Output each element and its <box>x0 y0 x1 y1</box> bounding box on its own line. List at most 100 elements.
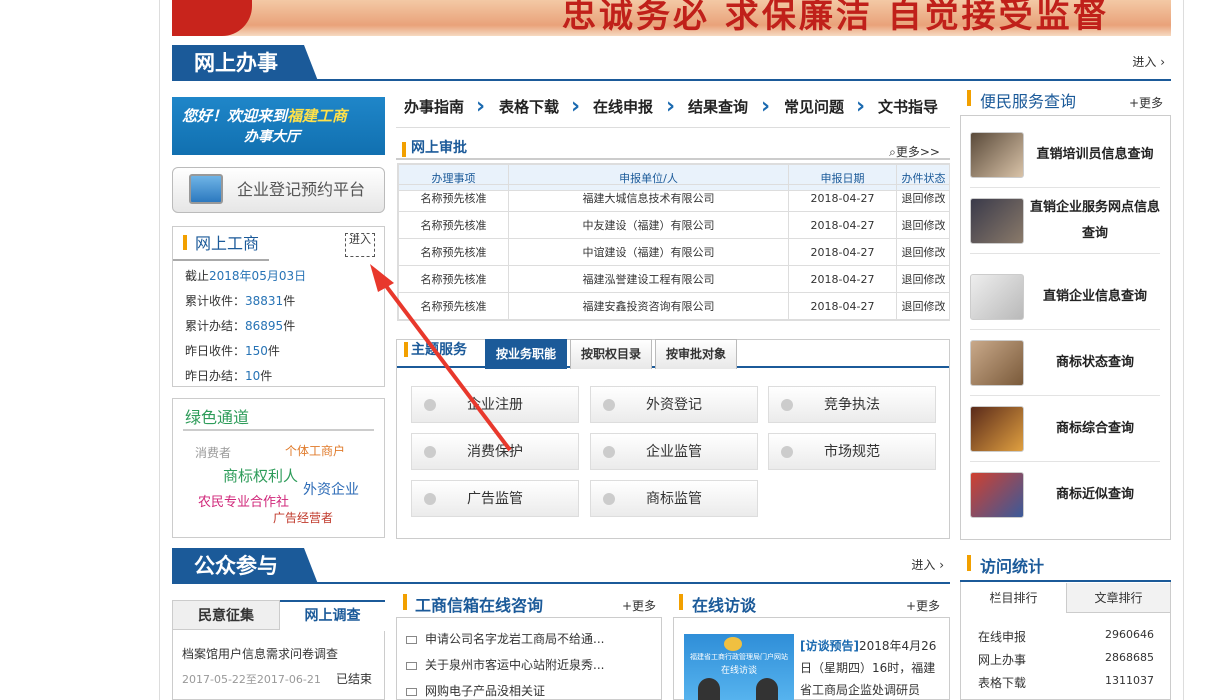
tab-by-authority[interactable]: 按职权目录 <box>570 339 652 369</box>
bullet-icon <box>603 446 615 458</box>
list-item[interactable]: 网上办事 2868685 <box>978 651 1154 668</box>
table-row[interactable]: 名称预先核准 福建大城信息技术有限公司 2018-04-27 退回修改 <box>398 184 949 212</box>
service-ad-supervision[interactable]: 广告监管 <box>411 480 579 517</box>
welcome-highlight: 福建工商 <box>287 107 348 125</box>
approval-rows: 名称预先核准 福建大城信息技术有限公司 2018-04-27 退回修改 名称预先核准中… <box>398 184 949 320</box>
svc-trademark-comprehensive[interactable]: 商标综合查询 <box>970 396 1160 462</box>
online-gongshang-box: 网上工商 进入 截止2018年05月03日 累计收件：38831件 累计办结：8… <box>172 226 385 387</box>
green-channel-box: 绿色通道 消费者 个体工商户 商标权利人 外资企业 农民专业合作社 广告经营者 <box>172 398 385 538</box>
search-icon: ⌕ <box>889 145 896 159</box>
service-trademark-supervision[interactable]: 商标监管 <box>590 480 758 517</box>
svc-direct-sales-outlet[interactable]: 直销企业服务网点信息查询 <box>970 188 1160 254</box>
svc-direct-sales-trainer[interactable]: 直销培训员信息查询 <box>970 122 1160 188</box>
mail-icon <box>406 635 417 644</box>
convenience-title: 便民服务查询 <box>980 92 1077 111</box>
list-item[interactable]: 在线申报 2960646 <box>978 628 1154 645</box>
gongshang-enter-link[interactable]: 进入 <box>345 233 375 257</box>
nav-forms[interactable]: 表格下载 <box>499 96 559 117</box>
list-item[interactable]: 关于泉州市客运中心站附近泉秀... <box>406 656 604 673</box>
tag-consumer[interactable]: 消费者 <box>195 444 231 461</box>
chevron-right-icon: › <box>761 94 771 119</box>
online-office-title: 网上办事 <box>172 45 318 81</box>
gongshang-title: 网上工商 <box>195 234 260 253</box>
tag-trademark-owner[interactable]: 商标权利人 <box>223 465 298 486</box>
interview-title: 在线访谈 <box>692 596 757 615</box>
survey-item-title[interactable]: 档案馆用户信息需求问卷调查 <box>182 645 338 662</box>
photo-thumbnail <box>970 340 1024 386</box>
table-row[interactable]: 名称预先核准 福建泓誉建设工程有限公司 2018-04-27 退回修改 <box>398 265 949 293</box>
chevron-right-icon: › <box>476 94 486 119</box>
office-nav: 办事指南 › 表格下载 › 在线申报 › 结果查询 › 常见问题 › 文书指导 <box>396 88 950 128</box>
tab-article-rank[interactable]: 文章排行 <box>1066 583 1170 613</box>
service-competition-law[interactable]: 竞争执法 <box>768 386 936 423</box>
nav-doc-guide[interactable]: 文书指导 <box>878 96 938 117</box>
online-office-enter-link[interactable]: 进入 › <box>1132 53 1165 70</box>
public-participation-title: 公众参与 <box>172 548 318 584</box>
svc-direct-sales-company[interactable]: 直销企业信息查询 <box>970 264 1160 330</box>
bullet-icon <box>424 399 436 411</box>
chevron-right-icon: › <box>571 94 581 119</box>
approval-table: 办理事项 申报单位/人 申报日期 办件状态 名称预先核准 福建大城信息技术有限公司… <box>397 163 950 321</box>
survey-item-status: 已结束 <box>336 672 373 686</box>
mail-icon <box>406 687 417 696</box>
service-foreign-registration[interactable]: 外资登记 <box>590 386 758 423</box>
tag-advertiser[interactable]: 广告经营者 <box>273 509 333 526</box>
emblem-icon <box>724 637 742 651</box>
top-banner: 忠诚务必 求保廉洁 自觉接受监督 <box>172 0 1171 36</box>
bullet-icon <box>781 399 793 411</box>
mailbox-more-link[interactable]: +更多 <box>622 597 656 614</box>
tab-online-survey[interactable]: 网上调查 <box>280 600 385 631</box>
tag-farmer-cooperative[interactable]: 农民专业合作社 <box>198 491 289 510</box>
service-enterprise-registration[interactable]: 企业注册 <box>411 386 579 423</box>
svc-trademark-status[interactable]: 商标状态查询 <box>970 330 1160 396</box>
mail-icon <box>406 661 417 670</box>
table-row[interactable]: 名称预先核准 福建安鑫投资咨询有限公司 2018-04-27 退回修改 <box>398 292 949 320</box>
portal-page: 忠诚务必 求保廉洁 自觉接受监督 网上办事 进入 › 您好！欢迎来到福建工商 办… <box>0 0 1217 700</box>
list-item[interactable]: 申请公司名字龙岩工商局不给通... <box>406 630 604 647</box>
photo-thumbnail <box>970 406 1024 452</box>
deadline-date: 2018年05月03日 <box>209 269 307 283</box>
approval-title: 网上审批 <box>411 140 467 156</box>
photo-thumbnail <box>970 472 1024 518</box>
approval-more-link[interactable]: ⌕更多>> <box>889 143 940 160</box>
total-completed: 86895 <box>245 319 284 333</box>
bullet-icon <box>603 493 615 505</box>
tab-column-rank[interactable]: 栏目排行 <box>961 583 1066 613</box>
tab-by-target[interactable]: 按审批对象 <box>655 339 737 369</box>
tab-by-function[interactable]: 按业务职能 <box>485 339 567 369</box>
bullet-icon <box>781 446 793 458</box>
svc-trademark-similar[interactable]: 商标近似查询 <box>970 462 1160 528</box>
yesterday-completed: 10 <box>245 369 261 383</box>
nav-online-apply[interactable]: 在线申报 <box>593 96 653 117</box>
bullet-icon <box>424 446 436 458</box>
nav-faq[interactable]: 常见问题 <box>784 96 844 117</box>
public-participation-header: 公众参与 进入 › <box>172 548 950 584</box>
list-item[interactable]: 网购电子产品没相关证 <box>406 682 545 699</box>
booking-platform-button[interactable]: 企业登记预约平台 <box>172 167 385 213</box>
tab-opinion[interactable]: 民意征集 <box>172 600 280 630</box>
photo-thumbnail <box>970 132 1024 178</box>
total-received: 38831 <box>245 294 284 308</box>
service-enterprise-supervision[interactable]: 企业监管 <box>590 433 758 470</box>
interview-more-link[interactable]: +更多 <box>906 597 940 614</box>
interview-image[interactable]: 福建省工商行政管理局门户网站 在线访谈 <box>684 634 794 700</box>
list-item[interactable]: 表格下载 1311037 <box>978 674 1154 691</box>
table-row[interactable]: 名称预先核准 中友建设（福建）有限公司 2018-04-27 退回修改 <box>398 211 949 239</box>
table-row[interactable]: 名称预先核准 中谊建设（福建）有限公司 2018-04-27 退回修改 <box>398 238 949 266</box>
tag-individual-business[interactable]: 个体工商户 <box>285 442 345 459</box>
computer-icon <box>189 174 223 204</box>
tag-foreign-enterprise[interactable]: 外资企业 <box>303 479 359 499</box>
public-enter-link[interactable]: 进入 › <box>911 556 944 573</box>
welcome-banner[interactable]: 您好！欢迎来到福建工商 办事大厅 <box>172 97 385 155</box>
bullet-icon <box>603 399 615 411</box>
welcome-text: 您好！欢迎来到 <box>182 107 288 125</box>
chevron-right-icon: › <box>666 94 676 119</box>
service-consumer-protection[interactable]: 消费保护 <box>411 433 579 470</box>
nav-result-query[interactable]: 结果查询 <box>688 96 748 117</box>
approval-header: 网上审批 ⌕更多>> <box>396 134 950 160</box>
nav-guide[interactable]: 办事指南 <box>404 96 464 117</box>
service-market-regulation[interactable]: 市场规范 <box>768 433 936 470</box>
interview-text[interactable]: [访谈预告]2018年4月26日（星期四）16时，福建省工商局企监处调研员 <box>800 635 940 700</box>
lantern-decoration <box>172 0 252 36</box>
convenience-more-link[interactable]: +更多 <box>1129 94 1163 111</box>
